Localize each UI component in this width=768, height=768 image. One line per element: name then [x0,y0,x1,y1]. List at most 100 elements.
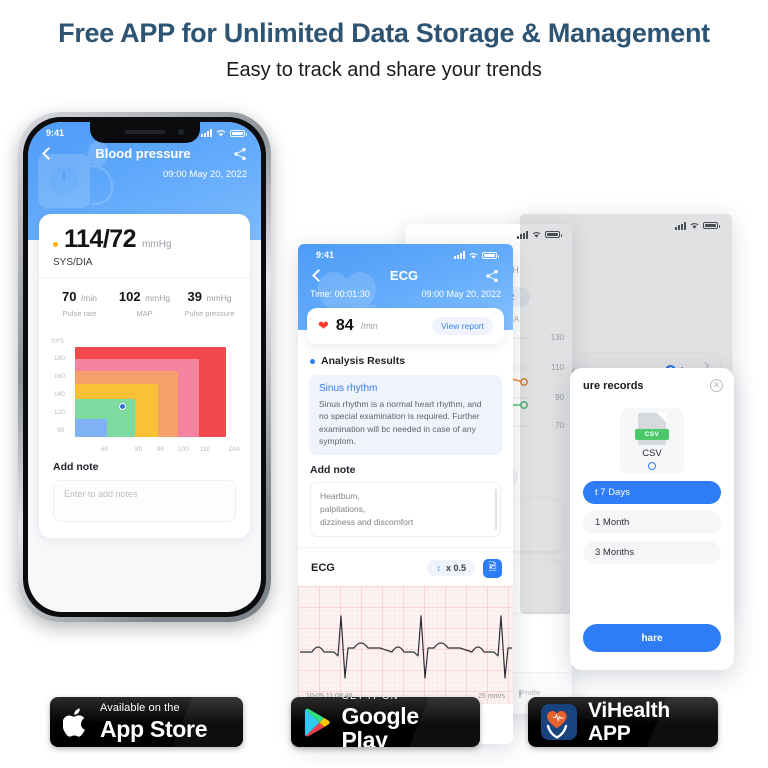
bullet-icon [310,358,315,364]
bp-reading-label: SYS/DIA [53,257,93,269]
x-axis-label: DIA [229,446,240,454]
metric-label: Pulse rate [62,309,97,319]
phone-device: 9:41 Blood pressure 09:00 May 20, 2022 1… [18,112,271,623]
wifi-icon [216,130,226,137]
ecg-timestamp: 09:00 May 20, 2022 [421,289,501,300]
radio-icon[interactable] [648,461,656,470]
range-option-label: 1 Month [595,517,630,529]
analysis-result-title: Sinus rhythm [319,383,378,395]
wifi-icon [469,252,478,259]
google-play-icon [304,708,330,737]
hero-section: Free APP for Unlimited Data Storage & Ma… [0,0,768,82]
export-records-sheet[interactable]: ure records ✕ CSV CSV t 7 Days 1 Month 3… [570,368,734,671]
ecg-waveform-toolbar: ECG ↕ x 0.5 🖻 [298,546,513,586]
bp-zone-chart: SYS 180 160 140 120 90 60 80 90 100 110 … [39,329,250,457]
bp-note-section: Add note Enter to add notes [39,457,250,538]
analysis-heading: Analysis Results [298,345,513,367]
heart-rate-unit: /min [360,321,378,332]
bp-reading-unit: mmHg [142,239,172,251]
y-tick: 120 [54,409,65,417]
range-option-1-month[interactable]: 1 Month [583,511,721,535]
app-store-badge[interactable]: Available on the App Store [50,697,243,747]
blood-pressure-screen[interactable]: 9:41 Blood pressure 09:00 May 20, 2022 1… [28,122,261,613]
phone-notch [89,122,200,144]
chevron-left-icon[interactable] [312,269,325,282]
badge-big-text: App Store [100,715,208,742]
share-icon[interactable] [485,269,499,283]
device-showcase: story 75 /min 3 Avg PR ure records ✕ [0,96,768,745]
signal-icon [201,129,212,138]
store-badges: Available on the App Store GET IT ON Goo… [0,694,768,750]
metric-map: 102 mmHg MAP [112,288,177,318]
vihealth-heart-icon [541,704,577,740]
google-play-badge[interactable]: GET IT ON Google Play [291,697,480,747]
zone-low [75,419,107,438]
bp-metrics-row: 70 /min Pulse rate 102 mmHg MAP 39 mmHg [39,278,250,329]
x-tick: 100 [178,446,189,454]
ecg-duration: Time: 00:01:30 [310,289,370,300]
csv-badge-label: CSV [635,428,669,440]
heart-rate-value: 84 [335,317,354,335]
close-circle-icon[interactable]: ✕ [710,379,723,393]
share-button[interactable]: hare [583,624,721,653]
csv-file-name: CSV [642,447,662,459]
ecg-section-label: ECG [311,562,335,575]
apple-icon [63,708,85,737]
x-tick: 80 [135,446,143,454]
bp-note-input[interactable]: Enter to add notes [53,480,236,523]
view-report-button[interactable]: View report [432,317,493,336]
metric-label: Pulse pressure [184,309,235,319]
y-tick: 160 [54,373,65,381]
y-tick: 90 [57,427,65,435]
ecg-note-input[interactable]: Heartbum, palpitations, dizziness and di… [310,482,501,537]
speaker-icon [124,130,165,135]
csv-file-icon: CSV [635,412,669,445]
badge-small-text: Available on the [100,702,180,715]
vihealth-badge[interactable]: ViHealth APP [528,697,718,747]
ecg-note-title: Add note [310,464,356,477]
x-tick: 110 [200,446,211,454]
page-subtitle: Easy to track and share your trends [226,59,542,82]
analysis-result-text: Sinus rhythm is a normal heart rhythm, a… [319,399,482,446]
status-bar-ecg: 9:41 [298,244,513,260]
page-title: Free APP for Unlimited Data Storage & Ma… [58,18,710,48]
bp-nav-title: Blood pressure [95,146,191,162]
metric-unit: mmHg [206,293,232,304]
vertical-arrows-icon: ↕ [436,563,441,574]
status-dot-icon [53,242,58,248]
badge-small-text: GET IT ON [341,697,464,702]
csv-file-option[interactable]: CSV CSV [620,408,684,475]
image-icon[interactable]: 🖻 [483,558,502,578]
metric-value: 70 [62,289,77,305]
range-option-3-months[interactable]: 3 Months [583,541,721,565]
bp-timestamp: 09:00 May 20, 2022 [163,169,247,181]
x-tick: 60 [101,446,109,454]
badge-big-text: Google Play [341,702,419,747]
metric-pulse-rate: 70 /min Pulse rate [47,288,112,318]
x-tick: 90 [157,446,165,454]
metric-value: 102 [118,289,141,305]
range-option-7-days[interactable]: t 7 Days [583,481,721,505]
metric-unit: /min [80,293,97,304]
y-tick: 140 [54,391,65,399]
ecg-nav-title: ECG [389,268,419,284]
gain-label: x 0.5 [445,563,466,574]
share-icon[interactable] [233,147,247,161]
badge-big-text: APP [588,722,631,745]
camera-icon [177,129,184,136]
battery-icon [230,129,247,137]
ecg-screen[interactable]: 9:41 ECG Time: 00:01:30 09:00 May 20, 20… [298,244,513,745]
tab-hr[interactable]: H [512,265,519,275]
y-axis-label: SYS [51,338,65,346]
analysis-heading-label: Analysis Results [321,355,406,368]
heart-rate-card: ❤ 84 /min View report [307,308,504,346]
chevron-left-icon[interactable] [42,147,55,160]
status-time: 9:41 [316,250,335,261]
range-option-label: 3 Months [595,547,635,559]
gain-control[interactable]: ↕ x 0.5 [427,560,475,577]
zone-plot-area [75,347,226,438]
current-reading-point [118,403,126,411]
metric-unit: mmHg [145,293,171,304]
analysis-result-box: Sinus rhythm Sinus rhythm is a normal he… [309,375,502,456]
metric-value: 39 [187,289,202,305]
